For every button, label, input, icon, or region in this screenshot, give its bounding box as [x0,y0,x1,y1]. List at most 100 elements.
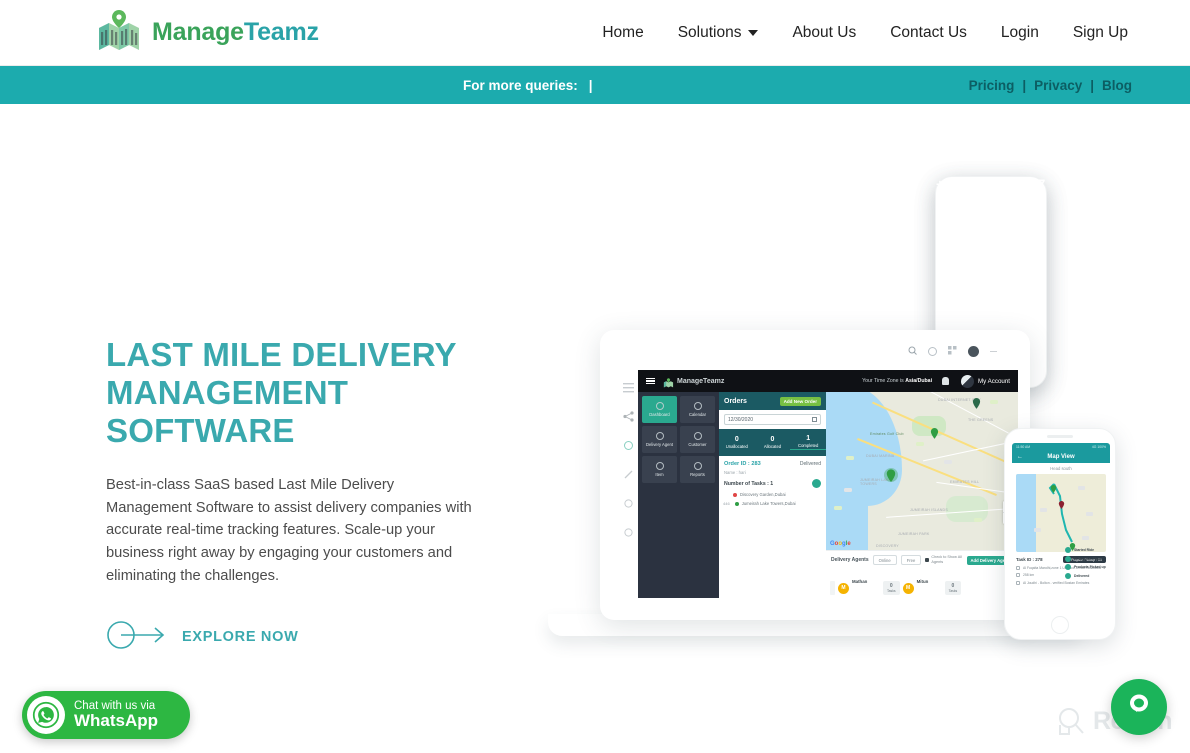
location-icon [623,438,634,450]
map-chip [974,518,982,522]
map-label-jumeirah-islands: JUMEIRAH ISLANDS [910,508,948,512]
left-rail-icons [620,380,636,560]
phone-detail-row: Al Joudhi - Bolton - verified Bostan Emi… [1016,580,1106,585]
chat-bubble-icon [1124,690,1154,725]
add-new-order-button[interactable]: Add New Order [779,396,821,406]
nav-item-home[interactable]: Home [602,24,643,42]
list-item[interactable]: M Mitun mitun@xxx.co.in 0 Tasks [902,570,962,598]
delivery-agents-title: Delivery Agents [831,557,869,563]
clock-icon [1016,580,1020,585]
avatar: M [838,582,849,594]
revain-logo-icon [1056,706,1086,736]
contact-bar-links: Pricing | Privacy | Blog [969,66,1132,104]
nav-item-solutions-label: Solutions [677,23,742,41]
order-id: Order ID : 283 [724,461,761,467]
filter-chip-online[interactable]: Online [872,555,897,565]
sidebar-item-customer[interactable]: Customer [680,426,715,453]
explore-now-button[interactable]: EXPLORE NOW [106,620,306,655]
link-blog[interactable]: Blog [1102,78,1132,93]
order-tasks-row: Number of Tasks : 1 [724,479,821,488]
tracking-badge-icon [812,479,821,488]
chat-bubble-button[interactable] [1111,679,1167,735]
back-arrow-icon[interactable]: ← [1017,454,1023,460]
brand-name: ManageTeamz [152,18,319,47]
orders-title: Orders [724,397,747,405]
sidebar-tiles: Dashboard Calendar Delivery Agent Custom… [642,396,715,483]
map-chip [834,506,842,510]
phone-status-indicators: 4G 100% [1091,444,1106,449]
agent-list: M Mathan mathan@xxx.co.in 0 Tasks M [826,565,1018,598]
share-icon [622,409,634,422]
phone-home-button[interactable] [1051,616,1069,634]
order-subtext: Name : hari [724,470,746,475]
my-account-button[interactable]: My Account [961,374,1010,388]
product-mockup: — ManageTeamz Your Time Zone is Asia/Dub… [548,318,1138,653]
legend-item: Products Picked up [1065,564,1106,570]
nav-item-sign-up[interactable]: Sign Up [1073,24,1128,42]
map-view[interactable]: DUBAI INTERNET CITY THE GREENS Emirates … [826,392,1018,550]
show-all-agents-checkbox[interactable]: Check to Show All Agents [925,555,962,564]
agent-meta: Mathan mathan@xxx.co.in [852,570,880,598]
phone-start-marker-icon [1050,480,1057,498]
map-chip [846,456,854,460]
list-item[interactable]: M Mathan mathan@xxx.co.in 0 Tasks [838,570,900,598]
order-stop-drop-label: Jumeirah Lake Towers,Dubai [741,501,796,506]
map-marker-icon[interactable] [972,396,981,409]
link-pricing[interactable]: Pricing [969,78,1015,93]
legend-label: Products Picked up [1074,565,1106,569]
drop-marker-icon [734,501,739,506]
sidebar-item-delivery-agent[interactable]: Delivery Agent [642,426,677,453]
nav-item-contact-us[interactable]: Contact Us [890,24,967,42]
order-date-input[interactable]: 12/30/2020 [724,414,821,425]
order-stop-pickup-label: Discovery Garden,Dubai [740,492,786,497]
nav-item-home-label: Home [602,23,644,41]
whatsapp-chat-widget[interactable]: Chat with us via WhatsApp [22,691,190,739]
map-label-dubai-marina: DUBAI MARINA [866,454,895,458]
map-marker-active-icon[interactable] [884,468,898,484]
sidebar-item-dashboard[interactable]: Dashboard [642,396,677,423]
user-avatar-icon [961,374,975,388]
app-topbar: ManageTeamz Your Time Zone is Asia/Dubai… [638,370,1018,392]
stat-allocated-label: Allocated [763,444,782,449]
sidebar-item-item[interactable]: Item [642,456,677,483]
app-sidebar: Dashboard Calendar Delivery Agent Custom… [638,392,719,598]
nav-item-login[interactable]: Login [1001,24,1039,42]
calendar-icon [812,417,817,422]
delivery-agents-header: Delivery Agents Online Free Check to Sho… [826,551,1018,565]
agent-task-count: 0 Tasks [882,581,900,595]
sidebar-item-calendar-label: Calendar [689,412,706,417]
map-label-jumeirah-park: JUMEIRAH PARK [898,532,930,536]
link-privacy[interactable]: Privacy [1034,78,1082,93]
sidebar-item-reports-label: Reports [690,472,705,477]
sidebar-item-calendar[interactable]: Calendar [680,396,715,423]
map-pin-logo-icon [95,9,143,56]
legend-label: Delivered [1074,573,1090,578]
phone-map-chip [1082,536,1089,540]
order-tasks-label: Number of Tasks : 1 [724,480,774,487]
reports-icon [693,462,702,470]
sidebar-item-reports[interactable]: Reports [680,456,715,483]
order-date-value: 12/30/2020 [728,416,754,423]
bell-icon[interactable] [942,377,950,385]
map-label-the-greens: THE GREENS [968,418,994,422]
phone-speaker [1047,435,1073,438]
hamburger-icon[interactable] [646,376,655,386]
filter-chip-free[interactable]: Free [900,555,922,565]
legend-label: Started Ride [1074,548,1094,552]
legend-item: Started Ride [1065,547,1105,553]
brand-logo[interactable]: ManageTeamz [95,9,319,56]
calendar-icon [693,402,702,410]
nav-item-about-us[interactable]: About Us [792,24,856,42]
phone-map-view[interactable] [1016,474,1106,552]
my-account-label: My Account [978,377,1010,385]
browser-label: — [990,348,997,355]
map-marker-icon[interactable] [930,426,939,439]
map-chip [844,488,852,492]
circle-icon [928,347,937,356]
nav-item-solutions[interactable]: Solutions [678,24,759,42]
order-row[interactable]: Order ID : 283 Delivered [724,461,821,467]
avatar: M [902,582,914,594]
scroll-left-button[interactable] [830,581,835,595]
distance-icon [1016,573,1020,578]
page-title: LAST MILE DELIVERY MANAGEMENT SOFTWARE [106,336,457,449]
